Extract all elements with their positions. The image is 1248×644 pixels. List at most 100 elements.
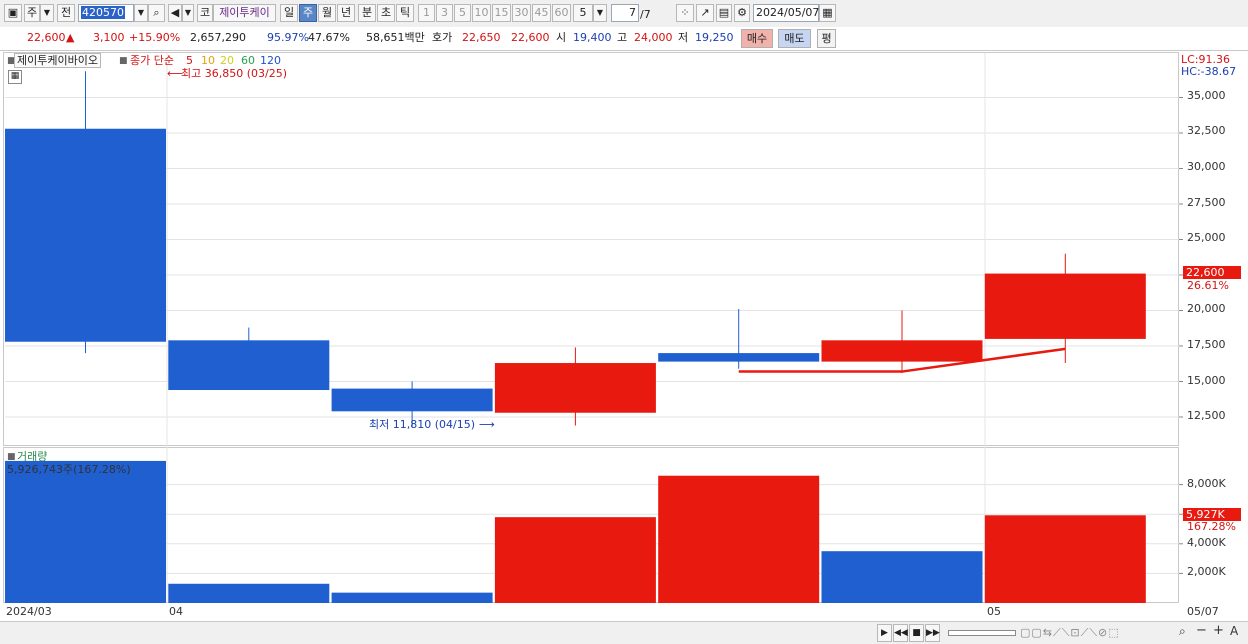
price-tick-20000: 20,000 (1187, 302, 1226, 315)
price-tick-27500: 27,500 (1187, 196, 1226, 209)
draw-tool-icon[interactable]: ↗ (696, 4, 714, 22)
bid-price: 22,600 (511, 31, 550, 44)
interval-45-button[interactable]: 45 (532, 4, 551, 22)
price-panel (3, 52, 1179, 446)
up-triangle-icon: ▲ (66, 31, 75, 44)
zoom-out-icon[interactable]: − (1196, 624, 1207, 637)
low-label: 저 (678, 31, 689, 44)
interval-10-button[interactable]: 10 (472, 4, 491, 22)
save-icon[interactable]: ▤ (716, 4, 732, 22)
date-input[interactable]: 2024/05/07 (753, 4, 819, 22)
trade-amount: 58,651백만 (366, 31, 425, 44)
zoom-in-icon[interactable]: + (1213, 624, 1224, 637)
ma-5: 5 (186, 54, 193, 67)
x-label-2024-03: 2024/03 (6, 605, 52, 618)
ma-120: 120 (260, 54, 281, 67)
price-change-pct: +15.90% (129, 31, 181, 44)
interval-60-button[interactable]: 60 (552, 4, 571, 22)
link-icon[interactable]: ⁘ (676, 4, 694, 22)
interval-select[interactable]: 5 (573, 4, 593, 22)
tab-week[interactable]: 주 (299, 4, 317, 22)
count-input[interactable]: 7 (611, 4, 639, 22)
x-label-04: 04 (169, 605, 183, 618)
interval-15-button[interactable]: 15 (492, 4, 511, 22)
magnifier-icon[interactable]: ⌕ (1179, 625, 1186, 638)
volume-ratio: 95.97% (267, 31, 309, 44)
last-pct-tag: 26.61% (1187, 279, 1229, 292)
tab-second[interactable]: 초 (377, 4, 395, 22)
count-total: /7 (640, 8, 651, 21)
interval-5-button[interactable]: 5 (454, 4, 471, 22)
fast-forward-icon[interactable]: ▶▶ (925, 624, 940, 642)
ask-label: 호가 (432, 31, 453, 44)
volume-title: 거래량 (17, 450, 48, 463)
price-change: 3,100 (93, 31, 125, 44)
chevron-down-icon[interactable]: ▼ (40, 4, 54, 22)
high-note: 최고 36,850 (03/25) (181, 67, 288, 80)
ma-label: 종가 단순 (130, 54, 174, 67)
interval-dropdown-icon[interactable]: ▼ (593, 4, 607, 22)
market-button[interactable]: 코 (197, 4, 213, 22)
turnover-ratio: 47.67% (308, 31, 350, 44)
calendar-icon[interactable]: ▦ (819, 4, 836, 22)
high-price: 24,000 (634, 31, 673, 44)
buy-button[interactable]: 매수 (741, 29, 773, 48)
eval-button[interactable]: 평 (817, 29, 836, 48)
low-arrow-icon: ⟶ (479, 418, 495, 431)
price-tick-30000: 30,000 (1187, 160, 1226, 173)
interval-3-button[interactable]: 3 (436, 4, 453, 22)
tab-year[interactable]: 년 (337, 4, 355, 22)
scroll-right-icon[interactable]: ▶ (877, 624, 892, 642)
ma-handle-icon[interactable]: ■ (119, 55, 128, 68)
ma-60: 60 (241, 54, 255, 67)
last-price-tag: 22,600 (1183, 266, 1241, 279)
search-icon[interactable]: ⌕ (148, 4, 165, 22)
volume-last-pct-tag: 167.28% (1187, 520, 1236, 533)
current-price: 22,600 (27, 31, 66, 44)
price-tick-35000: 35,000 (1187, 89, 1226, 102)
drawing-tools-icon[interactable]: ▢▢⇆⟋⟍⊡⟋⟍⊘⬚ (1020, 626, 1120, 639)
tab-tick[interactable]: 틱 (396, 4, 414, 22)
rewind-icon[interactable]: ◀◀ (893, 624, 908, 642)
interval-30-button[interactable]: 30 (512, 4, 531, 22)
hc-value: HC:-38.67 (1181, 65, 1237, 78)
low-price: 19,250 (695, 31, 734, 44)
interval-1-button[interactable]: 1 (418, 4, 435, 22)
grid-table-icon[interactable]: ▦ (8, 70, 22, 84)
tab-day[interactable]: 일 (280, 4, 298, 22)
volume-total: 2,657,290 (190, 31, 246, 44)
sell-button[interactable]: 매도 (778, 29, 811, 48)
volume-tick-2000k: 2,000K (1187, 565, 1226, 578)
price-tick-32500: 32,500 (1187, 124, 1226, 137)
volume-value: 5,926,743주(167.28%) (7, 463, 131, 476)
tab-month[interactable]: 월 (318, 4, 336, 22)
speaker-icon[interactable]: ◀ (168, 4, 182, 22)
stock-name-label[interactable]: 제이투케이바이오 (14, 53, 101, 68)
open-price: 19,400 (573, 31, 612, 44)
volume-panel (3, 447, 1179, 603)
ask-price: 22,650 (462, 31, 501, 44)
gear-icon[interactable]: ⚙ (734, 4, 750, 22)
high-label: 고 (617, 31, 628, 44)
window-menu-icon[interactable]: ▣ (4, 4, 22, 22)
toolbar: ▣ 주 ▼ 전 420570 ▼ ⌕ ◀ ▼ 코 제이투케이 일 주 월 년 분… (0, 0, 1248, 28)
price-tick-12500: 12,500 (1187, 409, 1226, 422)
code-input[interactable]: 420570 (78, 4, 134, 22)
price-tick-17500: 17,500 (1187, 338, 1226, 351)
font-size-icon[interactable]: A (1230, 625, 1238, 638)
all-button[interactable]: 전 (57, 4, 75, 22)
x-label-05: 05 (987, 605, 1001, 618)
code-value: 420570 (81, 6, 125, 19)
ma-10: 10 (201, 54, 215, 67)
tab-minute[interactable]: 분 (358, 4, 376, 22)
period-week-button[interactable]: 주 (24, 4, 40, 22)
speaker-dropdown-icon[interactable]: ▼ (182, 4, 194, 22)
stop-icon[interactable]: ■ (909, 624, 924, 642)
code-dropdown-icon[interactable]: ▼ (134, 4, 148, 22)
volume-tick-4000k: 4,000K (1187, 536, 1226, 549)
zoom-slider[interactable] (948, 630, 1016, 636)
volume-tick-8000k: 8,000K (1187, 477, 1226, 490)
price-tick-15000: 15,000 (1187, 374, 1226, 387)
stock-name-field[interactable]: 제이투케이 (213, 4, 276, 22)
footer-bar: ▶ ◀◀ ■ ▶▶ ▢▢⇆⟋⟍⊡⟋⟍⊘⬚ ⌕ − + A (0, 621, 1248, 644)
